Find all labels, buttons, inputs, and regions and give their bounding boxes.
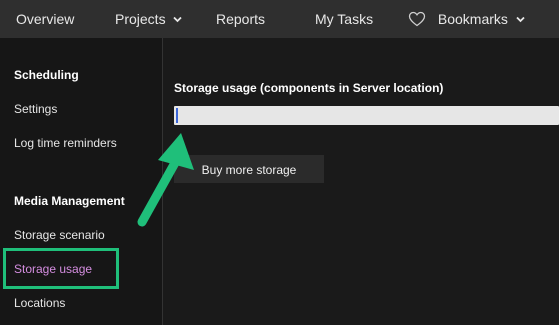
annotation-arrow-icon: [137, 133, 194, 227]
